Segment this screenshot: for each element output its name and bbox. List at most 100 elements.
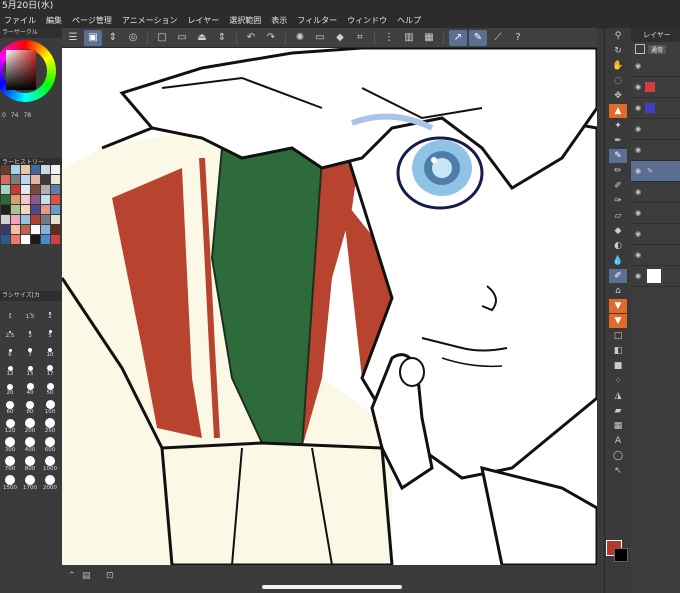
swatch[interactable] (41, 205, 50, 214)
airbrush-icon[interactable]: ✑ (609, 194, 627, 208)
brush-size-option[interactable]: 100 (40, 399, 60, 416)
brush-size-option[interactable]: 15 (20, 361, 40, 378)
swatch[interactable] (1, 195, 10, 204)
layer-row[interactable]: ◉ (631, 224, 680, 245)
brush-size-option[interactable]: 6 (0, 342, 20, 359)
square-icon[interactable]: ■ (609, 359, 627, 373)
brush-size-option[interactable]: 120 (0, 418, 20, 435)
layer-row[interactable]: ◉ (631, 245, 680, 266)
sub-color-chip[interactable] (614, 548, 628, 562)
arrows-icon[interactable]: ⇕ (104, 30, 122, 46)
swatch[interactable] (31, 225, 40, 234)
swatch[interactable] (11, 165, 20, 174)
layer-row[interactable]: ◉ (631, 77, 680, 98)
menu-help[interactable]: ヘルプ (393, 15, 427, 26)
visibility-icon[interactable]: ◉ (635, 188, 641, 196)
menu-view[interactable]: 表示 (267, 15, 293, 26)
swatch[interactable] (31, 175, 40, 184)
swatch[interactable] (21, 215, 30, 224)
swatch[interactable] (11, 205, 20, 214)
menu-edit[interactable]: 編集 (42, 15, 68, 26)
layer-row[interactable]: ◉ (631, 56, 680, 77)
layer-row[interactable]: ◉ (631, 182, 680, 203)
brush-size-option[interactable]: 700 (0, 456, 20, 473)
dots-icon[interactable]: ⁘ (609, 374, 627, 388)
move-icon[interactable]: ✥ (609, 89, 627, 103)
swatch[interactable] (1, 185, 10, 194)
artwork-canvas[interactable] (62, 48, 597, 565)
swatch[interactable] (11, 185, 20, 194)
export-icon[interactable]: ⇕ (213, 30, 231, 46)
brush-size-option[interactable]: 200 (20, 418, 40, 435)
lasso-icon[interactable]: ◌ (609, 74, 627, 88)
swatch[interactable] (31, 165, 40, 174)
menu-selection[interactable]: 選択範囲 (225, 15, 267, 26)
swatch[interactable] (51, 185, 60, 194)
redo-icon[interactable]: ↷ (262, 30, 280, 46)
undo-icon[interactable]: ↶ (242, 30, 260, 46)
menu-layer[interactable]: レイヤー (184, 15, 226, 26)
brush-size-option[interactable]: 80 (20, 399, 40, 416)
orange-fill-icon[interactable]: ▼ (609, 299, 627, 313)
brush-size-option[interactable]: 300 (0, 437, 20, 454)
bucket-icon[interactable]: ◧ (609, 344, 627, 358)
swatch[interactable] (41, 235, 50, 244)
open-icon[interactable]: ▭ (173, 30, 191, 46)
pen-icon[interactable]: ✎ (469, 29, 487, 46)
swatch[interactable] (21, 235, 30, 244)
swatch[interactable] (21, 165, 30, 174)
brush-size-option[interactable]: 800 (20, 456, 40, 473)
blend-icon[interactable]: ◆ (609, 224, 627, 238)
swatch[interactable] (41, 165, 50, 174)
chevron-up-icon[interactable]: ⌃ (68, 571, 76, 581)
swatch[interactable] (41, 175, 50, 184)
brush-size-option[interactable]: 1.5 (20, 304, 40, 321)
swatch[interactable] (11, 235, 20, 244)
visibility-icon[interactable]: ◉ (635, 125, 641, 133)
grid-icon[interactable]: ▦ (420, 30, 438, 46)
select-icon[interactable]: ↖ (609, 464, 627, 478)
gradient-icon[interactable]: ⌂ (609, 284, 627, 298)
text-icon[interactable]: A (609, 434, 627, 448)
visibility-icon[interactable]: ◉ (635, 272, 641, 280)
swatch[interactable] (1, 215, 10, 224)
visibility-icon[interactable]: ◉ (635, 104, 641, 112)
brush-size-option[interactable]: 2.5 (0, 323, 20, 340)
swatch[interactable] (1, 225, 10, 234)
brush-size-option[interactable]: 7 (20, 342, 40, 359)
brush-size-option[interactable]: 40 (20, 380, 40, 397)
swatch[interactable] (11, 175, 20, 184)
swatch[interactable] (51, 175, 60, 184)
swatch[interactable] (11, 225, 20, 234)
swatch[interactable] (21, 195, 30, 204)
brush-size-option[interactable]: 1000 (40, 456, 60, 473)
swatch[interactable] (51, 195, 60, 204)
menu-window[interactable]: ウィンドウ (343, 15, 393, 26)
swatch[interactable] (1, 165, 10, 174)
swatch[interactable] (21, 175, 30, 184)
layer-row[interactable]: ◉ (631, 98, 680, 119)
menu-file[interactable]: ファイル (0, 15, 42, 26)
visibility-icon[interactable]: ◉ (635, 209, 641, 217)
layer-row[interactable]: ◉ (631, 119, 680, 140)
swatch[interactable] (41, 185, 50, 194)
save-icon[interactable]: ⏏ (193, 30, 211, 46)
balloon-icon[interactable]: ◯ (609, 449, 627, 463)
pen-tool-icon[interactable]: ✎ (609, 149, 627, 163)
swatch[interactable] (41, 225, 50, 234)
table-icon[interactable]: ▦ (609, 419, 627, 433)
swatch[interactable] (1, 205, 10, 214)
pencil-icon[interactable]: ✏ (609, 164, 627, 178)
visibility-icon[interactable]: ◉ (635, 167, 641, 175)
swatch[interactable] (21, 185, 30, 194)
pink-icon[interactable]: ▰ (609, 404, 627, 418)
clear-icon[interactable]: ▭ (311, 30, 329, 46)
menu-filter[interactable]: フィルター (293, 15, 343, 26)
orange-fill2-icon[interactable]: ▼ (609, 314, 627, 328)
brush-size-option[interactable]: 50 (40, 380, 60, 397)
brush-size-option[interactable]: 3 (20, 323, 40, 340)
visibility-icon[interactable]: ◉ (635, 146, 641, 154)
layer-row-selected[interactable]: ◉ ✎ (631, 161, 680, 182)
swatch[interactable] (11, 215, 20, 224)
visibility-icon[interactable]: ◉ (635, 62, 641, 70)
